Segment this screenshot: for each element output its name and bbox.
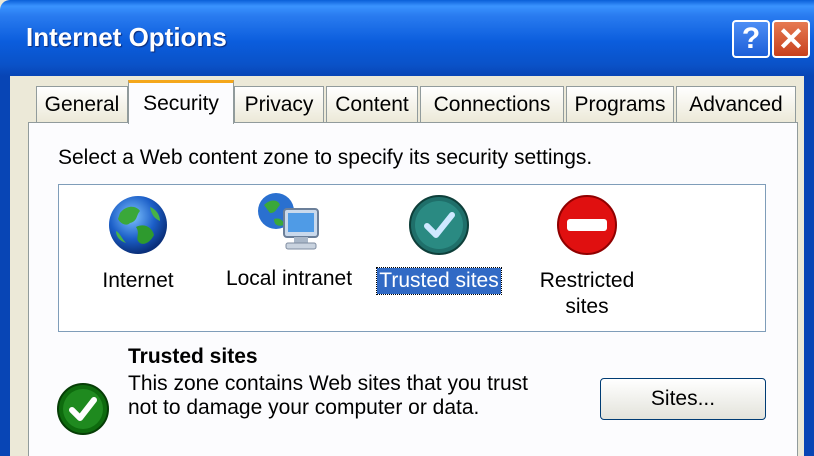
- restricted-sites-icon: [557, 195, 617, 255]
- zone-label-internet: Internet: [102, 269, 174, 292]
- checkmark-shield-icon: [57, 383, 109, 435]
- zone-item-trusted-sites[interactable]: Trusted sites: [371, 193, 507, 295]
- zone-list: Internet Local intranet Trusted sites Re…: [58, 184, 766, 332]
- zone-instruction-text: Select a Web content zone to specify its…: [58, 146, 593, 169]
- zone-item-internet[interactable]: Internet: [83, 193, 193, 294]
- internet-options-window: Internet Options ? ✕ General Security Pr…: [0, 0, 814, 456]
- zone-item-local-intranet[interactable]: Local intranet: [219, 191, 359, 292]
- tab-connections[interactable]: Connections: [420, 86, 564, 122]
- window-left-border: [0, 76, 10, 456]
- title-bar[interactable]: Internet Options ? ✕: [0, 0, 814, 76]
- window-title: Internet Options: [26, 22, 227, 52]
- zone-label-restricted-line2: sites: [565, 295, 609, 318]
- tab-privacy[interactable]: Privacy: [234, 86, 324, 122]
- tab-advanced[interactable]: Advanced: [676, 86, 796, 122]
- tab-general[interactable]: General: [36, 86, 128, 122]
- globe-icon: [109, 196, 167, 254]
- close-button[interactable]: ✕: [772, 20, 810, 58]
- help-icon: ?: [741, 22, 761, 55]
- zone-label-restricted-sites: Restricted sites: [538, 268, 637, 320]
- zone-label-restricted-line1: Restricted: [539, 269, 635, 292]
- sites-button[interactable]: Sites...: [600, 378, 766, 420]
- window-right-border: [804, 76, 814, 456]
- zone-item-restricted-sites[interactable]: Restricted sites: [525, 193, 649, 320]
- trusted-sites-detail-icon: [56, 382, 110, 441]
- close-icon: ✕: [777, 21, 805, 57]
- zone-detail-title: Trusted sites: [128, 345, 258, 368]
- tab-programs[interactable]: Programs: [566, 86, 674, 122]
- trusted-sites-icon: [409, 195, 469, 255]
- tab-content[interactable]: Content: [326, 86, 418, 122]
- help-button[interactable]: ?: [732, 20, 770, 58]
- zone-label-local-intranet: Local intranet: [225, 267, 353, 290]
- zone-label-trusted-sites: Trusted sites: [376, 267, 502, 295]
- tab-security[interactable]: Security: [128, 80, 234, 124]
- local-intranet-icon: [258, 193, 319, 250]
- zone-detail-description: This zone contains Web sites that you tr…: [128, 372, 528, 419]
